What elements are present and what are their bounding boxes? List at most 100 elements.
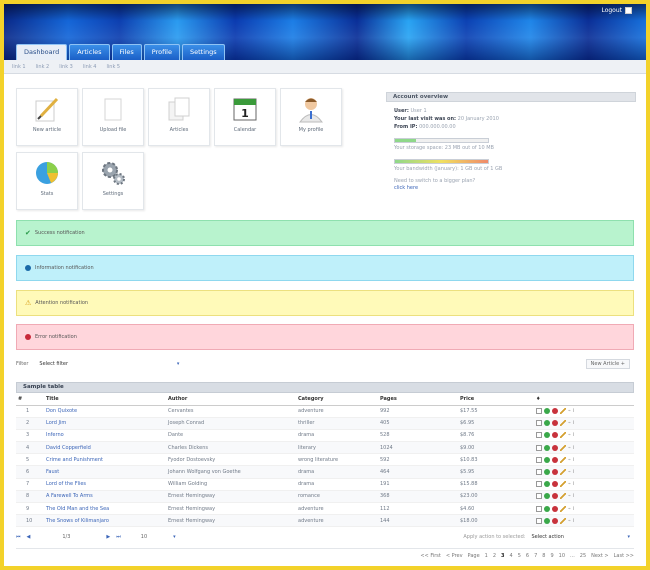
page-number[interactable]: 7 <box>534 553 537 559</box>
shortcut-articles[interactable]: Articles <box>148 88 210 146</box>
next-page-icon[interactable]: ▶ <box>106 534 110 540</box>
edit-icon[interactable] <box>560 444 566 451</box>
delete-icon[interactable] <box>552 517 558 524</box>
page-number[interactable]: 4 <box>510 553 513 559</box>
click-here-link[interactable]: click here <box>386 185 636 191</box>
info-icon[interactable]: i <box>573 518 574 524</box>
edit-icon[interactable] <box>560 420 566 427</box>
checkbox[interactable] <box>536 493 542 500</box>
column-header-pages[interactable]: Pages <box>378 393 458 406</box>
table-row[interactable]: 10 The Snows of Kilimanjaro Ernest Hemingw… <box>16 514 634 528</box>
tag-icon[interactable]: ⌁ <box>568 420 571 426</box>
shortcut-new-article[interactable]: New article <box>16 88 78 146</box>
info-icon[interactable]: i <box>573 408 574 414</box>
delete-icon[interactable] <box>552 408 558 415</box>
column-header-author[interactable]: Author <box>166 393 296 406</box>
column-header-price[interactable]: Price <box>458 393 534 406</box>
info-icon[interactable]: i <box>573 445 574 451</box>
checkbox[interactable] <box>536 517 542 524</box>
prev-page-icon[interactable]: ◀ <box>27 534 31 540</box>
table-row[interactable]: 1 Don Quixote Cervantes adventure 992 $17.55 ⌁… <box>16 405 634 418</box>
table-row[interactable]: 8A Farewell To Arms Ernest Hemingway roman… <box>16 490 634 504</box>
edit-icon[interactable] <box>560 493 566 500</box>
column-header-title[interactable]: Title <box>44 393 166 406</box>
subnav-link[interactable]: link 5 <box>107 64 121 70</box>
page-number[interactable]: 3 <box>501 553 504 559</box>
delete-icon[interactable] <box>552 420 558 427</box>
approve-icon[interactable] <box>544 420 550 427</box>
approve-icon[interactable] <box>544 469 550 476</box>
subnav-link[interactable]: link 2 <box>36 64 50 70</box>
first-link[interactable]: << First <box>420 553 441 559</box>
approve-icon[interactable] <box>544 517 550 524</box>
tab-profile[interactable]: Profile <box>143 44 180 60</box>
row-title[interactable]: The Snows of Kilimanjaro <box>44 514 166 528</box>
checkbox[interactable] <box>536 444 542 451</box>
edit-icon[interactable] <box>560 517 566 524</box>
delete-icon[interactable] <box>552 481 558 488</box>
next-link[interactable]: Next > <box>591 553 608 559</box>
tag-icon[interactable]: ⌁ <box>568 481 571 487</box>
checkbox[interactable] <box>536 505 542 512</box>
tag-icon[interactable]: ⌁ <box>568 469 571 475</box>
tag-icon[interactable]: ⌁ <box>568 506 571 512</box>
page-number[interactable]: 8 <box>542 553 545 559</box>
logout-link[interactable]: Logout <box>601 7 632 14</box>
shortcut-stats[interactable]: Stats <box>16 152 78 210</box>
tag-icon[interactable]: ⌁ <box>568 432 571 438</box>
subnav-link[interactable]: link 1 <box>12 64 26 70</box>
table-row[interactable]: 7 Lord of the Flies William Golding drama 19… <box>16 478 634 491</box>
first-page-icon[interactable]: ⏮ <box>16 534 21 540</box>
column-header-number[interactable]: # <box>16 393 44 406</box>
tag-icon[interactable]: ⌁ <box>568 518 571 524</box>
delete-icon[interactable] <box>552 444 558 451</box>
shortcut-settings[interactable]: Settings <box>82 152 144 210</box>
prev-link[interactable]: < Prev <box>446 553 463 559</box>
row-title[interactable]: The Old Man and the Sea <box>44 502 166 516</box>
filter-select[interactable]: Select filter ▾ <box>34 359 184 369</box>
table-row[interactable]: 6 Faust Johann Wolfgang von Goethe drama 464… <box>16 465 634 479</box>
delete-icon[interactable] <box>552 432 558 439</box>
subnav-link[interactable]: link 3 <box>59 64 73 70</box>
tab-articles[interactable]: Articles <box>69 44 110 60</box>
delete-icon[interactable] <box>552 493 558 500</box>
tag-icon[interactable]: ⌁ <box>568 408 571 414</box>
shortcut-my-profile[interactable]: My profile <box>280 88 342 146</box>
checkbox[interactable] <box>536 420 542 427</box>
page-number[interactable]: 9 <box>550 553 553 559</box>
table-row[interactable]: 3 Inferno Dante drama 528 $8.76 ⌁ i <box>16 429 634 443</box>
tab-settings[interactable]: Settings <box>182 44 225 60</box>
page-number[interactable]: 5 <box>518 553 521 559</box>
row-title[interactable]: Faust <box>44 465 166 479</box>
table-row[interactable]: 4 David Copperfield Charles Dickens literar… <box>16 441 634 455</box>
row-title[interactable]: Don Quixote <box>44 405 166 418</box>
row-title[interactable]: David Copperfield <box>44 441 166 455</box>
action-select[interactable]: Select action <box>531 534 621 540</box>
info-icon[interactable]: i <box>573 481 574 487</box>
tag-icon[interactable]: ⌁ <box>568 445 571 451</box>
column-header-category[interactable]: Category <box>296 393 378 406</box>
edit-icon[interactable] <box>560 469 566 476</box>
subnav-link[interactable]: link 4 <box>83 64 97 70</box>
tag-icon[interactable]: ⌁ <box>568 457 571 463</box>
checkbox[interactable] <box>536 481 542 488</box>
info-icon[interactable]: i <box>573 493 574 499</box>
table-row[interactable]: 5 Crime and Punishment Fyodor Dostoevsky wr… <box>16 453 634 467</box>
row-title[interactable]: Crime and Punishment <box>44 453 166 467</box>
row-title[interactable]: Lord of the Flies <box>44 478 166 491</box>
row-title[interactable]: Lord Jim <box>44 417 166 430</box>
edit-icon[interactable] <box>560 456 566 463</box>
info-icon[interactable]: i <box>573 432 574 438</box>
edit-icon[interactable] <box>560 481 566 488</box>
shortcut-upload-file[interactable]: Upload file <box>82 88 144 146</box>
page-number[interactable]: 6 <box>526 553 529 559</box>
info-icon[interactable]: i <box>573 457 574 463</box>
table-row[interactable]: 2 Lord Jim Joseph Conrad thriller 405 $6.95 ⌁ i <box>16 417 634 430</box>
approve-icon[interactable] <box>544 456 550 463</box>
delete-icon[interactable] <box>552 469 558 476</box>
table-row[interactable]: 9 The Old Man and the Sea Ernest Hemingway… <box>16 502 634 516</box>
tab-dashboard[interactable]: Dashboard <box>16 44 68 60</box>
row-title[interactable]: A Farewell To Arms <box>44 490 166 504</box>
tag-icon[interactable]: ⌁ <box>568 493 571 499</box>
info-icon[interactable]: i <box>573 506 574 512</box>
